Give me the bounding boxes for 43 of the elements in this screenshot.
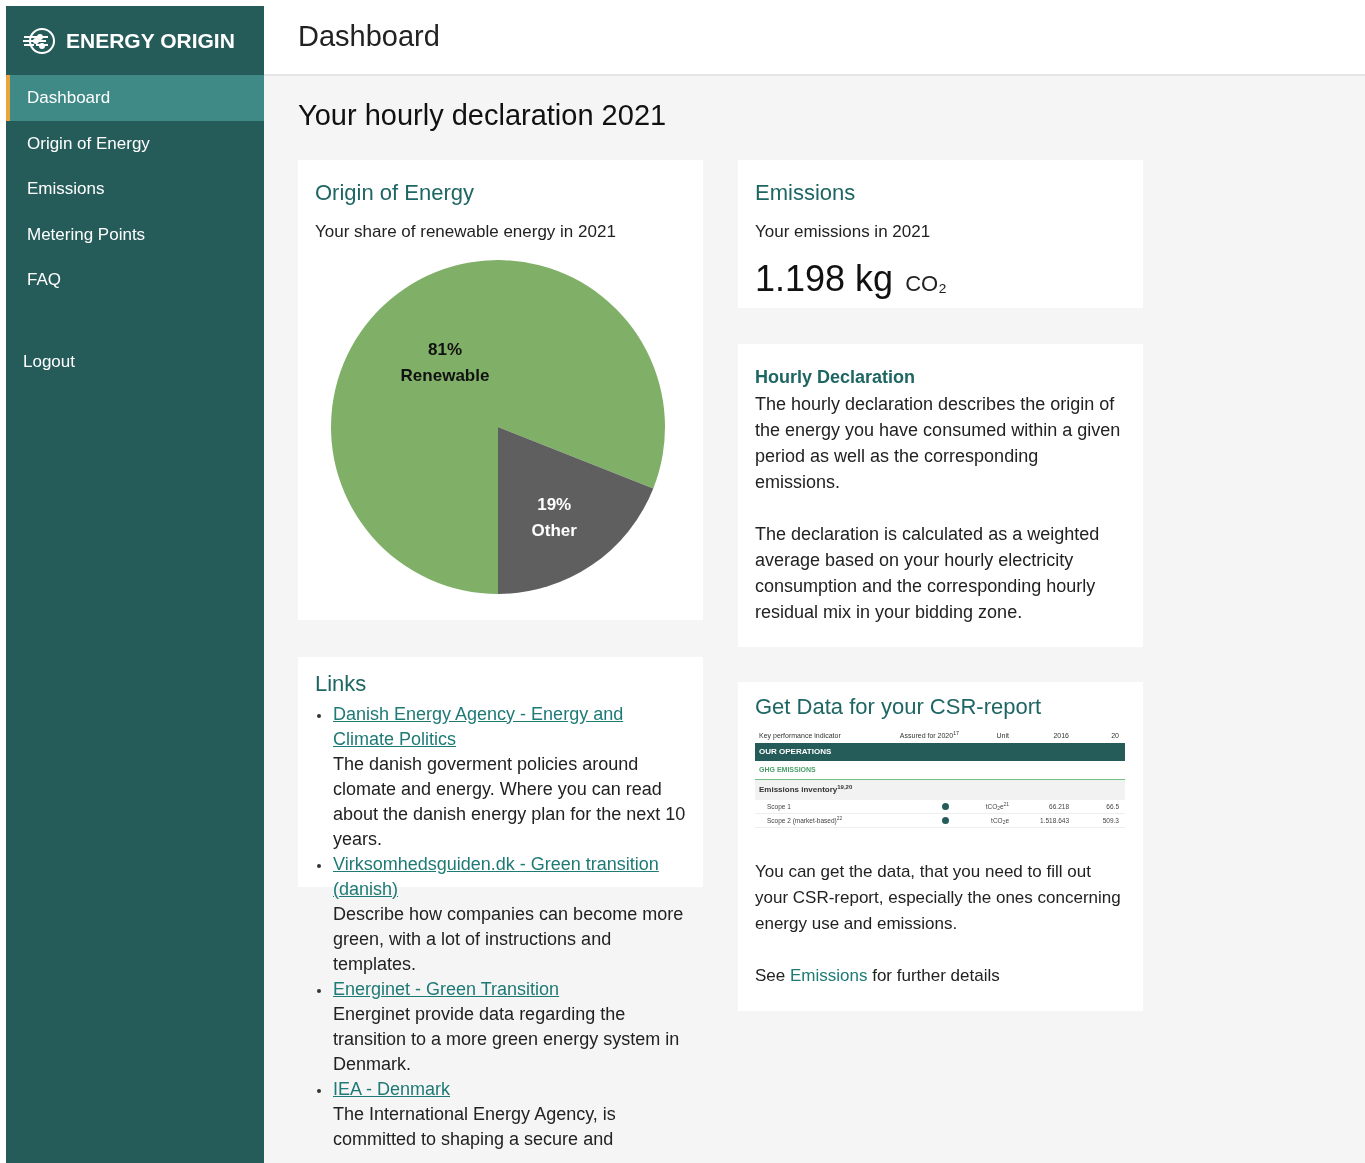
bullet-icon (317, 1088, 321, 1093)
link-description: Energinet provide data regarding the transition to a more green energy system in Denmark. (333, 1002, 681, 1076)
link-description: The danish goverment policies around clomate and energy. Where you can read about the danish energy plan for the next 10 years. (333, 752, 686, 851)
sidebar-item[interactable]: Emissions (6, 166, 264, 212)
emissions-value: 1.198 kg (755, 257, 894, 301)
link[interactable]: Danish Energy Agency - Energy and Climate Politics (333, 701, 686, 752)
link[interactable]: Virksomhedsguiden.dk - Green transition (danish) (333, 851, 686, 902)
card-subtitle: Your emissions in 2021 (755, 220, 932, 243)
paragraph: The hourly declaration describes the origin of the energy you have consumed within a given period as well as the corresponding emissions. (755, 392, 1122, 494)
emissions-unit: CO₂ (905, 270, 947, 298)
brand-name: ENERGY ORIGIN (66, 27, 235, 54)
group-header: Emissions inventory$^{19,20}$ (755, 780, 1125, 800)
sidebar-item[interactable]: Metering Points (6, 211, 264, 257)
logout-link[interactable]: Logout (6, 338, 264, 384)
slice-percent: 81% (428, 340, 462, 359)
card-title: Get Data for your CSR-report (755, 692, 1043, 721)
link-description: Describe how companies can become more green, with a lot of instructions and templates. (333, 902, 685, 976)
logo-icon (22, 25, 58, 56)
card-text: See (755, 965, 787, 985)
sidebar-item[interactable]: FAQ (6, 257, 264, 303)
slice-percent: 19% (537, 494, 572, 514)
slice-label: Renewable (400, 366, 490, 385)
slice-label: Other (531, 520, 577, 540)
card-title: Links (315, 669, 368, 698)
card-subtitle: Your share of renewable energy in 2021 (315, 220, 617, 243)
page-header-title: Dashboard (298, 19, 440, 55)
bullet-icon (317, 863, 321, 868)
bullet-icon (317, 988, 321, 993)
section-header: OUR OPERATIONS (755, 742, 1125, 761)
card-text: You can get the data, that you need to fill out your CSR-report, especially the ones concerning energy use and emissions. (755, 860, 1122, 935)
card-title: Origin of Energy (315, 178, 475, 207)
link-description: The International Energy Agency, is committed to shaping a secure and (333, 1102, 617, 1151)
page-title: Your hourly declaration 2021 (298, 98, 668, 133)
link[interactable]: Energinet - Green Transition (333, 976, 686, 1002)
card-title: Emissions (755, 178, 857, 207)
emissions-link[interactable]: Emissions (790, 965, 868, 985)
card-text: for further details (871, 965, 1000, 985)
bullet-icon (317, 713, 321, 718)
sidebar-item[interactable]: Origin of Energy (6, 120, 264, 166)
card-title: Hourly Declaration (755, 365, 917, 389)
link[interactable]: IEA - Denmark (333, 1076, 686, 1102)
sidebar-item[interactable]: Dashboard (6, 75, 264, 121)
paragraph: The declaration is calculated as a weighted average based on your hourly electricity consumption and the corresponding hourly residual mix in your bidding zone. (755, 522, 1101, 624)
